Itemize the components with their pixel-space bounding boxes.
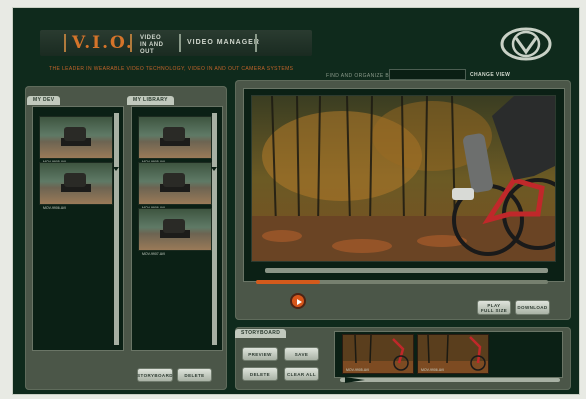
header-divider bbox=[255, 34, 257, 52]
video-frame[interactable] bbox=[251, 95, 556, 262]
header-divider bbox=[64, 34, 66, 52]
download-button[interactable]: DOWNLOAD bbox=[515, 300, 550, 315]
change-view-button[interactable]: CHANGE VIEW bbox=[470, 72, 510, 78]
play-button[interactable] bbox=[290, 293, 306, 309]
preview-button[interactable]: PREVIEW bbox=[242, 347, 278, 361]
play-full-size-line2: FULL SIZE bbox=[480, 307, 508, 313]
list-item[interactable]: MOV-9906.AVI bbox=[39, 162, 113, 210]
storyboard-item[interactable]: MOV-9906.AVI bbox=[417, 334, 489, 374]
search-input[interactable] bbox=[389, 69, 466, 80]
progress-track[interactable] bbox=[265, 268, 548, 273]
eye-logo-icon bbox=[500, 27, 552, 61]
header-subtitle: VIDEO IN AND OUT bbox=[140, 35, 176, 56]
scrub-fill bbox=[256, 280, 321, 284]
vio-logo: V.I.O. bbox=[72, 33, 134, 53]
delete-button[interactable]: DELETE bbox=[177, 368, 212, 382]
play-full-size-button[interactable]: PLAY FULL SIZE bbox=[477, 300, 511, 315]
storyboard-scroll-thumb[interactable] bbox=[345, 377, 365, 383]
save-button[interactable]: SAVE bbox=[284, 347, 319, 361]
storyboard-button[interactable]: STORYBOARD bbox=[137, 368, 173, 382]
header-subtitle-line2: IN AND OUT bbox=[140, 42, 164, 55]
list-item[interactable]: MOV-9905.AVI bbox=[138, 116, 212, 164]
header-divider bbox=[130, 34, 132, 52]
clip-caption: MOV-9905.AVI bbox=[346, 368, 370, 372]
scroll-down-icon[interactable] bbox=[211, 167, 217, 171]
header-subtitle-line1: VIDEO bbox=[140, 35, 162, 41]
list-item[interactable]: MOV-9906.AVI bbox=[138, 162, 212, 210]
page-title: VIDEO MANAGER bbox=[187, 39, 260, 46]
storyboard-delete-button[interactable]: DELETE bbox=[242, 367, 278, 381]
tab-my-library[interactable]: MY LIBRARY bbox=[127, 96, 174, 105]
video-image bbox=[252, 96, 555, 261]
my-dev-scrollbar[interactable] bbox=[114, 113, 119, 345]
clip-caption: MOV-9906.AVI bbox=[43, 206, 67, 210]
clip-caption: MOV-9907.AVI bbox=[142, 252, 166, 256]
play-full-size-label: PLAY FULL SIZE bbox=[481, 303, 507, 313]
list-item[interactable]: MOV-9905.AVI bbox=[39, 116, 113, 164]
list-item[interactable]: MOV-9907.AVI bbox=[138, 208, 212, 256]
storyboard-scrollbar[interactable] bbox=[340, 378, 560, 382]
scroll-down-icon[interactable] bbox=[113, 167, 119, 171]
clip-caption: MOV-9906.AVI bbox=[421, 368, 445, 372]
clear-all-button[interactable]: CLEAR ALL bbox=[284, 367, 319, 381]
tab-storyboard[interactable]: STORYBOARD bbox=[235, 329, 287, 338]
play-icon bbox=[297, 299, 302, 305]
tagline: THE LEADER IN WEARABLE VIDEO TECHNOLOGY,… bbox=[49, 66, 294, 72]
my-library-scrollbar[interactable] bbox=[212, 113, 217, 345]
storyboard-item[interactable]: MOV-9905.AVI bbox=[342, 334, 414, 374]
tab-my-dev[interactable]: MY DEV bbox=[27, 96, 61, 105]
header-divider bbox=[179, 34, 181, 52]
